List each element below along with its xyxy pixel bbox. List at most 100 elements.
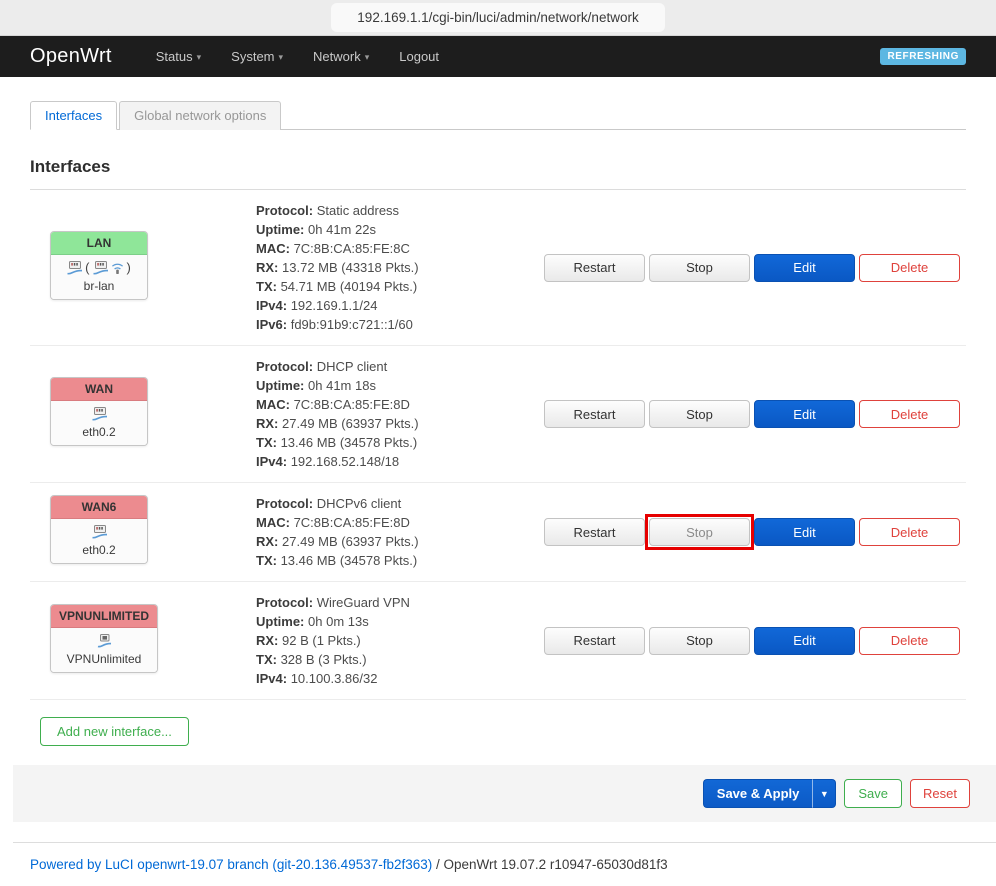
detail-value: 7C:8B:CA:85:FE:8D (294, 397, 410, 412)
detail-label: IPv6: (256, 317, 287, 332)
luci-branch-link[interactable]: Powered by LuCI openwrt-19.07 branch (gi… (30, 857, 432, 872)
edit-button[interactable]: Edit (754, 400, 855, 428)
interface-card: VPNUNLIMITED VPNUnlimited (50, 604, 158, 673)
interface-icons: () (59, 260, 139, 276)
nav-item-network[interactable]: Network▾ (313, 49, 369, 64)
delete-button[interactable]: Delete (859, 518, 960, 546)
nav-item-logout[interactable]: Logout (399, 49, 439, 64)
interface-name: WAN (51, 378, 147, 401)
detail-line: IPv4: 192.168.52.148/18 (256, 452, 536, 471)
browser-address-bar (0, 0, 996, 36)
interface-name: LAN (51, 232, 147, 255)
detail-label: IPv4: (256, 671, 287, 686)
delete-button[interactable]: Delete (859, 254, 960, 282)
interface-list: LAN () br-lan Protocol: Static address Up… (30, 190, 966, 700)
detail-value: WireGuard VPN (317, 595, 410, 610)
edit-button[interactable]: Edit (754, 518, 855, 546)
detail-value: 27.49 MB (63937 Pkts.) (282, 534, 419, 549)
bridge-paren: ) (127, 260, 131, 275)
refreshing-badge: REFRESHING (880, 48, 966, 65)
openwrt-brand[interactable]: OpenWrt (30, 45, 112, 68)
detail-value: 0h 41m 18s (308, 378, 376, 393)
detail-value: 92 B (1 Pkts.) (282, 633, 361, 648)
interface-device: br-lan (59, 279, 139, 293)
detail-value: 13.46 MB (34578 Pkts.) (281, 553, 418, 568)
detail-line: TX: 328 B (3 Pkts.) (256, 650, 536, 669)
restart-button[interactable]: Restart (544, 627, 645, 655)
detail-line: Protocol: WireGuard VPN (256, 593, 536, 612)
detail-value: 192.169.1.1/24 (291, 298, 378, 313)
detail-line: IPv4: 192.169.1.1/24 (256, 296, 536, 315)
stop-button[interactable]: Stop (649, 518, 750, 546)
interface-card: WAN6 eth0.2 (50, 495, 148, 564)
detail-value: 13.72 MB (43318 Pkts.) (282, 260, 419, 275)
interface-card: LAN () br-lan (50, 231, 148, 300)
detail-value: 328 B (3 Pkts.) (281, 652, 367, 667)
bridge-paren: ( (85, 260, 89, 275)
detail-line: MAC: 7C:8B:CA:85:FE:8D (256, 395, 536, 414)
detail-value: DHCPv6 client (317, 496, 402, 511)
detail-label: Protocol: (256, 203, 313, 218)
stop-button[interactable]: Stop (649, 400, 750, 428)
ethernet-icon (91, 407, 108, 421)
delete-button[interactable]: Delete (859, 627, 960, 655)
interface-card: WAN eth0.2 (50, 377, 148, 446)
chevron-down-icon: ▾ (365, 52, 370, 63)
openwrt-version-text: / OpenWrt 19.07.2 r10947-65030d81f3 (432, 857, 667, 872)
detail-line: RX: 92 B (1 Pkts.) (256, 631, 536, 650)
detail-line: TX: 13.46 MB (34578 Pkts.) (256, 433, 536, 452)
restart-button[interactable]: Restart (544, 254, 645, 282)
restart-button[interactable]: Restart (544, 400, 645, 428)
detail-line: RX: 13.72 MB (43318 Pkts.) (256, 258, 536, 277)
detail-label: IPv4: (256, 298, 287, 313)
detail-line: MAC: 7C:8B:CA:85:FE:8C (256, 239, 536, 258)
detail-line: TX: 54.71 MB (40194 Pkts.) (256, 277, 536, 296)
detail-label: Protocol: (256, 496, 313, 511)
detail-value: Static address (317, 203, 399, 218)
detail-label: RX: (256, 534, 278, 549)
stop-button[interactable]: Stop (649, 627, 750, 655)
detail-value: DHCP client (317, 359, 388, 374)
tab-strip: Interfaces Global network options (30, 101, 966, 130)
detail-label: RX: (256, 633, 278, 648)
ethernet-icon (92, 261, 109, 275)
save-button[interactable]: Save (844, 779, 902, 808)
nav-item-system[interactable]: System▾ (231, 49, 283, 64)
detail-value: 192.168.52.148/18 (291, 454, 399, 469)
detail-label: TX: (256, 435, 277, 450)
detail-label: Uptime: (256, 222, 304, 237)
detail-line: Uptime: 0h 0m 13s (256, 612, 536, 631)
tab-global-network-options[interactable]: Global network options (119, 101, 281, 130)
add-new-interface-button[interactable]: Add new interface... (40, 717, 189, 746)
wifi-icon (110, 261, 125, 275)
tab-interfaces[interactable]: Interfaces (30, 101, 117, 130)
navbar: OpenWrt Status▾ System▾ Network▾ Logout … (0, 36, 996, 77)
nav-item-status[interactable]: Status▾ (156, 49, 201, 64)
detail-value: 27.49 MB (63937 Pkts.) (282, 416, 419, 431)
interface-details: Protocol: DHCP client Uptime: 0h 41m 18sM… (256, 357, 544, 471)
save-apply-button[interactable]: Save & Apply (703, 779, 813, 808)
detail-line: Uptime: 0h 41m 18s (256, 376, 536, 395)
interface-row: WAN6 eth0.2 Protocol: DHCPv6 clientMAC: … (30, 483, 966, 582)
edit-button[interactable]: Edit (754, 627, 855, 655)
chevron-down-icon: ▾ (279, 52, 284, 63)
detail-value: 7C:8B:CA:85:FE:8D (294, 515, 410, 530)
edit-button[interactable]: Edit (754, 254, 855, 282)
interface-icons (59, 633, 149, 649)
restart-button[interactable]: Restart (544, 518, 645, 546)
delete-button[interactable]: Delete (859, 400, 960, 428)
url-input[interactable] (331, 3, 665, 32)
stop-button[interactable]: Stop (649, 254, 750, 282)
interface-icons (59, 406, 139, 422)
save-apply-dropdown-button[interactable]: ▼ (812, 779, 836, 808)
detail-line: Protocol: Static address (256, 201, 536, 220)
interface-device: VPNUnlimited (59, 652, 149, 666)
interface-name: WAN6 (51, 496, 147, 519)
detail-line: IPv6: fd9b:91b9:c721::1/60 (256, 315, 536, 334)
ethernet-icon (66, 261, 83, 275)
detail-label: IPv4: (256, 454, 287, 469)
reset-button[interactable]: Reset (910, 779, 970, 808)
detail-label: Protocol: (256, 359, 313, 374)
interface-device: eth0.2 (59, 425, 139, 439)
detail-label: TX: (256, 279, 277, 294)
